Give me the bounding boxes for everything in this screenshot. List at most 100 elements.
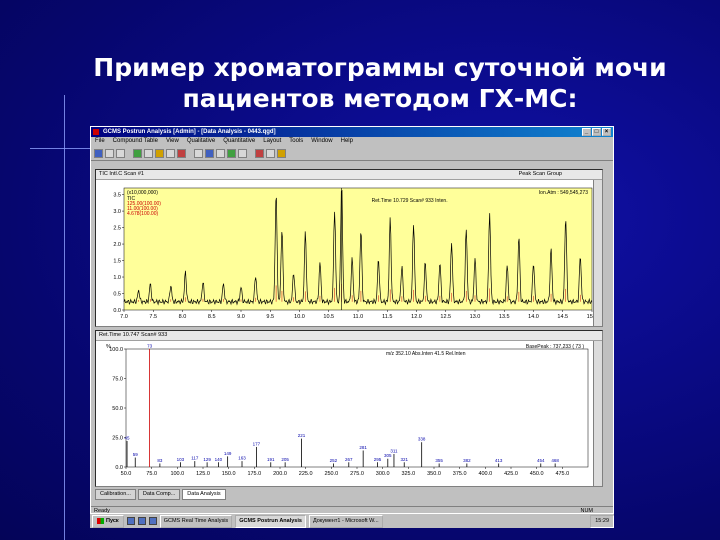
slide-title-line2: пациентов методом ГХ-МС: — [182, 84, 578, 113]
menu-view[interactable]: View — [166, 137, 179, 146]
spectrum-peak-label: 149 — [224, 451, 232, 456]
spec-x-tick-label: 175.0 — [247, 471, 261, 477]
stop-icon[interactable] — [255, 148, 264, 158]
mass-spectrum[interactable]: 50.0 75.0 100.0 125.0 150.0 175.0 200.0 225.0 25… — [96, 341, 602, 486]
menu-file[interactable]: File — [95, 137, 105, 146]
calibration-icon[interactable] — [238, 148, 247, 158]
spec-x-tick-label: 425.0 — [504, 471, 518, 477]
slide-title: Пример хроматограммы суточной мочи пацие… — [60, 52, 700, 114]
spectrum-peak-label: 305 — [384, 453, 392, 458]
chrom-x-tick-label: 9.5 — [266, 314, 274, 320]
chrom-scrollbar[interactable] — [593, 180, 602, 326]
chrom-x-tick-label: 10.5 — [323, 314, 334, 320]
spec-x-tick-label: 50.0 — [121, 471, 132, 477]
menu-compound-table[interactable]: Compound Table — [113, 137, 158, 146]
spec-x-tick-label: 75.0 — [146, 471, 157, 477]
task-postrun-analysis[interactable]: GCMS Postrun Analysis — [235, 514, 306, 528]
chrom-y-tick-label: 2.0 — [113, 242, 121, 248]
start-button[interactable]: Пуск — [92, 514, 124, 528]
chrom-x-tick-label: 11.0 — [353, 314, 363, 320]
spectrum-peak-label: 267 — [345, 457, 353, 462]
menu-qualitative[interactable]: Qualitative — [187, 137, 215, 146]
spectrum-peak-label: 117 — [191, 456, 199, 461]
print-icon[interactable] — [116, 148, 125, 158]
task-word-document[interactable]: Документ1 - Microsoft W... — [308, 514, 383, 528]
menu-bar: File Compound Table View Qualitative Qua… — [91, 137, 613, 146]
spec-x-tick-label: 100.0 — [170, 471, 184, 477]
tic-chromatogram[interactable]: 7.0 7.5 8.0 8.5 9.0 9.5 10.0 10.5 11.0 11.5 12.0 12… — [96, 180, 602, 326]
spectrum-peak-label: 252 — [330, 458, 338, 463]
help-icon[interactable] — [277, 148, 286, 158]
table-icon[interactable] — [205, 148, 214, 158]
close-button[interactable]: × — [602, 128, 611, 136]
spectrum-peak-label: 321 — [400, 457, 408, 462]
spectrum-icon[interactable] — [166, 148, 175, 158]
library-icon[interactable] — [177, 148, 186, 158]
app-icon — [93, 129, 99, 135]
chrom-x-tick-label: 7.0 — [120, 314, 128, 320]
spectrum-peak-label: 382 — [463, 458, 471, 463]
integrate-icon[interactable] — [155, 148, 164, 158]
spec-x-tick-label: 325.0 — [401, 471, 415, 477]
maximize-button[interactable]: □ — [592, 128, 601, 136]
chrom-y-tick-label: 0.0 — [113, 308, 121, 314]
chrom-rt-readout: Ret.Time 10.729 Scan# 933 Inten. — [372, 198, 448, 204]
slide-title-line1: Пример хроматограммы суточной мочи — [93, 53, 667, 82]
chrom-y-tick-label: 1.5 — [113, 259, 121, 265]
chrom-y-tick-label: 1.0 — [113, 275, 121, 281]
menu-help[interactable]: Help — [341, 137, 353, 146]
task-realtime-analysis[interactable]: GCMS Real Time Analysis — [159, 514, 233, 528]
tab-data-analysis[interactable]: Data Analysis — [182, 489, 226, 500]
spectrum-peak-label: 311 — [390, 449, 398, 454]
chrom-x-tick-label: 10.0 — [294, 314, 305, 320]
spectrum-peak-label: 191 — [267, 457, 275, 462]
chrom-x-tick-label: 13.0 — [470, 314, 481, 320]
spec-info: m/z 352.10 Abs.Inten 41.5 Rel.Inten — [386, 351, 466, 357]
quicklaunch-desktop-icon[interactable] — [137, 517, 146, 525]
tab-calibration[interactable]: Calibration... — [95, 489, 136, 500]
menu-quantitative[interactable]: Quantitative — [223, 137, 255, 146]
save-icon[interactable] — [105, 148, 114, 158]
system-clock: 15:29 — [590, 514, 614, 528]
open-icon[interactable] — [94, 148, 103, 158]
spec-x-tick-label: 450.0 — [530, 471, 544, 477]
method-icon[interactable] — [227, 148, 236, 158]
chart-icon[interactable] — [194, 148, 203, 158]
spectrum-peak-label: 103 — [177, 457, 185, 462]
spec-x-tick-label: 150.0 — [222, 471, 236, 477]
spectrum-peak-label: 59 — [133, 452, 139, 457]
chrom-info-right: Ion.Atm : 549,545,273 — [539, 190, 588, 196]
spectrum-peak-label: 45 — [125, 436, 131, 441]
spectrum-header: Ret.Time 10.747 Scan# 933 — [96, 331, 602, 341]
menu-window[interactable]: Window — [311, 137, 332, 146]
chrom-legend-item: 4.678(100.00) — [127, 211, 158, 217]
chrom-y-tick-label: 3.0 — [113, 209, 121, 215]
tab-data-comparison[interactable]: Data Comp... — [137, 489, 181, 500]
spectrum-peak-label: 281 — [359, 445, 367, 450]
spec-x-tick-label: 375.0 — [453, 471, 467, 477]
menu-tools[interactable]: Tools — [289, 137, 303, 146]
spec-scrollbar[interactable] — [593, 341, 602, 486]
decor-vertical-line — [64, 95, 65, 540]
chrom-header-right: Peak Scan Group — [518, 171, 562, 177]
spectrum-peak-label: 468 — [551, 458, 559, 463]
spectrum-peak-label: 140 — [215, 457, 223, 462]
spectrum-peak-label: 355 — [435, 458, 443, 463]
report-icon[interactable] — [216, 148, 225, 158]
chrom-x-tick-label: 11.5 — [382, 314, 392, 320]
minimize-button[interactable]: _ — [582, 128, 591, 136]
spectrum-peak-label: 454 — [537, 458, 545, 463]
view-tabs: Calibration... Data Comp... Data Analysi… — [95, 489, 226, 500]
settings-icon[interactable] — [266, 148, 275, 158]
zoom-icon[interactable] — [144, 148, 153, 158]
window-titlebar[interactable]: GCMS Postrun Analysis [Admin] - [Data An… — [91, 127, 613, 137]
chrom-x-tick-label: 13.5 — [499, 314, 510, 320]
spectrum-peak-label: 177 — [253, 441, 261, 446]
spec-x-tick-label: 300.0 — [376, 471, 390, 477]
spec-header-left: Ret.Time 10.747 Scan# 933 — [99, 332, 168, 338]
quicklaunch-ie-icon[interactable] — [148, 517, 157, 525]
menu-layout[interactable]: Layout — [263, 137, 281, 146]
quicklaunch-explorer-icon[interactable] — [126, 517, 135, 525]
peak-icon[interactable] — [133, 148, 142, 158]
chrom-x-tick-label: 8.5 — [208, 314, 216, 320]
